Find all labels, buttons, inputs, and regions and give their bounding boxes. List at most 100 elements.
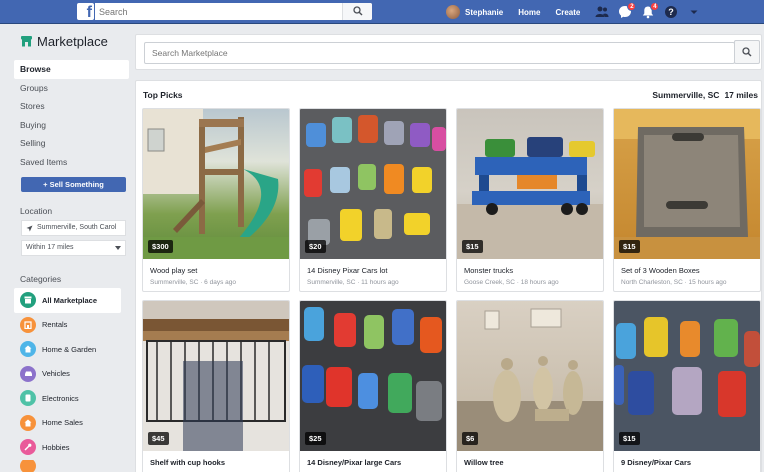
- listing-photo-willow-tree: [457, 301, 603, 451]
- friend-requests-icon[interactable]: [595, 5, 609, 19]
- notifications-badge: 4: [650, 2, 660, 11]
- radius-value: Within 17 miles: [26, 244, 74, 251]
- account-menu-icon[interactable]: [687, 5, 701, 19]
- help-icon[interactable]: ?: [664, 5, 678, 19]
- marketplace-search-panel: [135, 34, 762, 70]
- global-search: [95, 3, 372, 20]
- category-label: Hobbies: [42, 442, 70, 452]
- marketplace-title: Marketplace: [37, 33, 108, 49]
- listing-title: Willow tree: [464, 458, 504, 467]
- listing-card[interactable]: $15 9 Disney/Pixar Cars: [613, 300, 761, 472]
- car-icon: [20, 365, 36, 382]
- listing-card[interactable]: $6 Willow tree: [456, 300, 604, 472]
- listing-card[interactable]: $15 Monster trucks Goose Creek, SC · 18 …: [456, 108, 604, 292]
- sidebar-item-groups[interactable]: Groups: [14, 79, 129, 98]
- listing-photo-shelf: [143, 301, 289, 451]
- categories-label: Categories: [20, 274, 62, 284]
- top-nav: Stephanie Home Create 2 4 ?: [446, 0, 710, 24]
- sell-something-button[interactable]: + Sell Something: [21, 177, 126, 192]
- category-more[interactable]: [14, 459, 129, 472]
- listing-price: $20: [305, 240, 326, 253]
- listing-title: 14 Disney Pixar Cars lot: [307, 266, 388, 275]
- category-label: All Marketplace: [42, 295, 98, 305]
- category-label: Vehicles: [42, 369, 70, 379]
- marketplace-search-input[interactable]: [144, 42, 735, 64]
- listing-price: $6: [462, 432, 479, 445]
- listing-title: Wood play set: [150, 266, 198, 275]
- storefront-icon: [20, 292, 36, 309]
- listing-meta: Summerville, SC · 6 days ago: [150, 279, 236, 286]
- category-label: Home & Garden: [42, 344, 97, 354]
- messages-badge: 2: [627, 2, 637, 11]
- location-arrow-icon: [26, 225, 33, 231]
- electronics-icon: [20, 390, 36, 407]
- listing-card[interactable]: $20 14 Disney Pixar Cars lot Summerville…: [299, 108, 447, 292]
- category-label: Home Sales: [42, 418, 83, 428]
- listing-price: $45: [148, 432, 169, 445]
- listing-price: $300: [148, 240, 173, 253]
- location-value: Summerville, South Carol: [37, 224, 117, 231]
- category-all-marketplace[interactable]: All Marketplace: [14, 288, 121, 313]
- listing-card[interactable]: $45 Shelf with cup hooks: [142, 300, 290, 472]
- home-sales-icon: [20, 414, 36, 431]
- category-list: All Marketplace Rentals Home & Garden Ve…: [14, 288, 129, 472]
- sidebar-item-buying[interactable]: Buying: [14, 116, 129, 135]
- listing-photo-nine-cars: [614, 301, 760, 451]
- top-picks-panel: Top Picks Summerville, SC 17 miles $300 W…: [135, 80, 762, 472]
- listing-card[interactable]: $300 Wood play set Summerville, SC · 6 d…: [142, 108, 290, 292]
- marketplace-search-button[interactable]: [734, 40, 760, 64]
- sidebar-item-saved-items[interactable]: Saved Items: [14, 153, 129, 172]
- category-label: Electronics: [42, 393, 79, 403]
- listing-meta: North Charleston, SC · 15 hours ago: [621, 279, 727, 286]
- radius-select[interactable]: Within 17 miles: [21, 240, 126, 256]
- hobbies-icon: [20, 439, 36, 456]
- picks-location: Summerville, SC: [652, 90, 720, 100]
- category-label: Rentals: [42, 320, 68, 330]
- profile-link[interactable]: Stephanie: [465, 8, 503, 17]
- category-rentals[interactable]: Rentals: [14, 313, 129, 338]
- sidebar-item-selling[interactable]: Selling: [14, 134, 129, 153]
- listing-title: Monster trucks: [464, 266, 514, 275]
- home-icon: [20, 341, 36, 358]
- category-electronics[interactable]: Electronics: [14, 386, 129, 411]
- listing-title: 14 Disney/Pixar large Cars: [307, 458, 402, 467]
- listing-title: Shelf with cup hooks: [150, 458, 226, 467]
- rentals-icon: [20, 316, 36, 333]
- listing-card[interactable]: $25 14 Disney/Pixar large Cars: [299, 300, 447, 472]
- category-home-sales[interactable]: Home Sales: [14, 411, 129, 436]
- sidebar: Marketplace Browse Groups Stores Buying …: [14, 30, 129, 472]
- global-search-input[interactable]: [99, 4, 339, 19]
- listing-price: $15: [462, 240, 483, 253]
- location-label: Location: [20, 206, 53, 216]
- sidebar-item-browse[interactable]: Browse: [14, 60, 129, 79]
- messages-icon[interactable]: 2: [618, 2, 637, 19]
- listing-photo-cars-lot: [300, 109, 446, 259]
- create-link[interactable]: Create: [555, 8, 580, 17]
- search-icon: [353, 6, 363, 16]
- global-search-button[interactable]: [342, 3, 372, 20]
- listing-title: 9 Disney/Pixar Cars: [621, 458, 692, 467]
- section-title: Top Picks: [143, 90, 183, 100]
- listing-price: $15: [619, 432, 640, 445]
- listing-photo-wooden-boxes: [614, 109, 760, 259]
- facebook-logo[interactable]: f: [77, 3, 94, 20]
- location-field[interactable]: Summerville, South Carol: [21, 220, 126, 236]
- category-home-garden[interactable]: Home & Garden: [14, 337, 129, 362]
- marketplace-header[interactable]: Marketplace: [20, 30, 129, 52]
- listing-title: Set of 3 Wooden Boxes: [621, 266, 700, 275]
- home-link[interactable]: Home: [518, 8, 540, 17]
- location-filter[interactable]: Summerville, SC 17 miles: [652, 90, 758, 100]
- chevron-down-icon: [115, 246, 121, 250]
- category-hobbies[interactable]: Hobbies: [14, 435, 129, 460]
- notifications-icon[interactable]: 4: [641, 2, 660, 19]
- listing-card[interactable]: $15 Set of 3 Wooden Boxes North Charlest…: [613, 108, 761, 292]
- marketplace-nav: Browse Groups Stores Buying Selling Save…: [14, 60, 129, 171]
- search-icon: [742, 47, 752, 57]
- top-bar: f Stephanie Home Create 2 4 ?: [0, 0, 764, 24]
- avatar[interactable]: [446, 5, 460, 19]
- svg-text:?: ?: [669, 7, 675, 17]
- listing-meta: Goose Creek, SC · 18 hours ago: [464, 279, 559, 286]
- listing-price: $15: [619, 240, 640, 253]
- sidebar-item-stores[interactable]: Stores: [14, 97, 129, 116]
- category-vehicles[interactable]: Vehicles: [14, 362, 129, 387]
